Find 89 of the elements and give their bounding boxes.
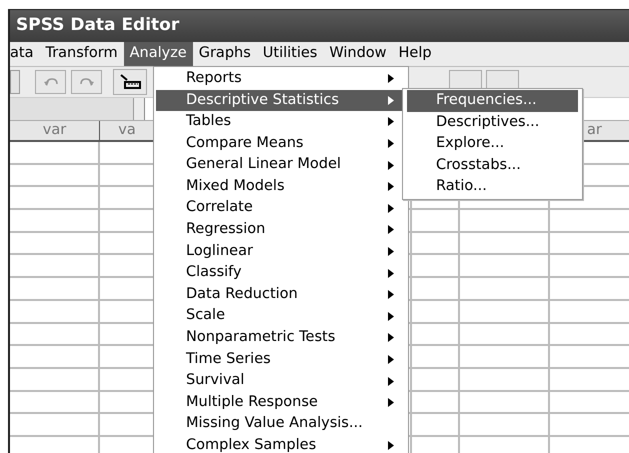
grid-cell[interactable]: [10, 187, 100, 210]
grid-cell[interactable]: [460, 278, 550, 301]
submenu-arrow-icon: [388, 312, 394, 321]
menu-option[interactable]: Tables: [156, 111, 406, 133]
grid-cell[interactable]: [460, 210, 550, 233]
undo-button[interactable]: [35, 70, 66, 94]
grid-cell[interactable]: [10, 368, 100, 392]
menu-option[interactable]: Frequencies...: [407, 90, 578, 112]
submenu-arrow-icon: [388, 139, 394, 148]
submenu-arrow-icon: [388, 290, 394, 300]
menu-option[interactable]: Regression: [156, 219, 406, 241]
column-header[interactable]: ar: [587, 120, 602, 142]
submenu-arrow-icon: [388, 333, 394, 342]
menu-item[interactable]: Graphs: [192, 42, 257, 66]
goto-case-icon: [119, 74, 141, 90]
menu-item[interactable]: Help: [392, 42, 438, 66]
menu-item[interactable]: Utilities: [256, 42, 324, 66]
submenu-arrow-icon: [388, 74, 394, 84]
window-title: SPSS Data Editor: [16, 14, 180, 38]
menu-item[interactable]: ata: [10, 42, 40, 66]
menu-option[interactable]: Data Reduction: [156, 284, 406, 306]
menu-option[interactable]: Correlate: [156, 198, 406, 220]
grid-cell[interactable]: [10, 300, 100, 324]
menu-option[interactable]: Multiple Response: [156, 392, 406, 414]
column-header[interactable]: var: [10, 121, 100, 142]
grid-cell[interactable]: [10, 392, 100, 414]
menu-option[interactable]: Classify: [156, 262, 406, 284]
grid-cell[interactable]: [412, 324, 460, 346]
menu-option[interactable]: Ratio...: [407, 176, 578, 198]
redo-icon: [78, 77, 94, 87]
submenu-arrow-icon: [388, 376, 394, 386]
menu-option[interactable]: Reports: [156, 68, 406, 90]
grid-cell[interactable]: [412, 346, 460, 369]
grid-cell[interactable]: [10, 278, 100, 301]
submenu-arrow-icon: [388, 441, 394, 450]
cell-reference-field[interactable]: [10, 98, 134, 120]
grid-cell[interactable]: [10, 346, 100, 369]
submenu-arrow-icon: [388, 204, 394, 213]
menu-option[interactable]: Time Series: [156, 348, 406, 370]
redo-button[interactable]: [71, 70, 102, 94]
grid-cell[interactable]: [460, 346, 550, 369]
grid-cell[interactable]: [412, 300, 460, 324]
grid-cell[interactable]: [460, 414, 550, 437]
menu-option[interactable]: General Linear Model: [156, 154, 406, 176]
grid-cell[interactable]: [10, 232, 100, 256]
submenu-arrow-icon: [388, 398, 394, 408]
submenu-arrow-icon: [388, 182, 394, 192]
menu-option[interactable]: Scale: [156, 306, 406, 328]
grid-cell[interactable]: [412, 278, 460, 301]
grid-cell[interactable]: [10, 142, 100, 165]
menu-option[interactable]: Descriptives...: [407, 112, 578, 134]
submenu-arrow-icon: [388, 160, 394, 170]
menu-item[interactable]: Window: [323, 42, 393, 66]
menu-option[interactable]: Survival: [156, 370, 406, 392]
grid-cell[interactable]: [412, 255, 460, 278]
submenu-arrow-icon: [388, 355, 394, 364]
grid-cell[interactable]: [460, 368, 550, 392]
undo-icon: [42, 77, 58, 87]
grid-cell[interactable]: [10, 164, 100, 188]
menu-item[interactable]: Analyze: [124, 42, 193, 66]
menu-option[interactable]: Mixed Models: [156, 176, 406, 198]
grid-cell[interactable]: [412, 368, 460, 392]
goto-case-button[interactable]: [113, 69, 147, 95]
grid-cell[interactable]: [460, 324, 550, 346]
grid-cell[interactable]: [412, 232, 460, 256]
menu-option[interactable]: Missing Value Analysis...: [156, 414, 406, 436]
grid-cell[interactable]: [412, 392, 460, 414]
grid-cell[interactable]: [460, 255, 550, 278]
submenu-arrow-icon: [388, 268, 394, 278]
submenu-arrow-icon: [388, 96, 394, 105]
grid-cell[interactable]: [10, 324, 100, 346]
menu-option[interactable]: Nonparametric Tests: [156, 327, 406, 349]
submenu-arrow-icon: [388, 247, 394, 256]
grid-cell[interactable]: [460, 392, 550, 414]
menu-option[interactable]: Complex Samples: [156, 435, 406, 453]
submenu-arrow-icon: [388, 225, 394, 234]
grid-cell[interactable]: [10, 414, 100, 437]
grid-cell[interactable]: [10, 210, 100, 233]
grid-cell[interactable]: [412, 414, 460, 437]
grid-cell[interactable]: [412, 210, 460, 233]
menu-option[interactable]: Compare Means: [156, 132, 406, 154]
menu-option[interactable]: Loglinear: [156, 240, 406, 262]
menu-option[interactable]: Crosstabs...: [407, 154, 578, 176]
menu-item[interactable]: Transform: [39, 42, 124, 66]
submenu-arrow-icon: [388, 117, 394, 126]
grid-cell[interactable]: [460, 300, 550, 324]
grid-cell[interactable]: [10, 255, 100, 278]
grid-cell[interactable]: [460, 232, 550, 256]
menu-option[interactable]: Explore...: [407, 133, 578, 155]
